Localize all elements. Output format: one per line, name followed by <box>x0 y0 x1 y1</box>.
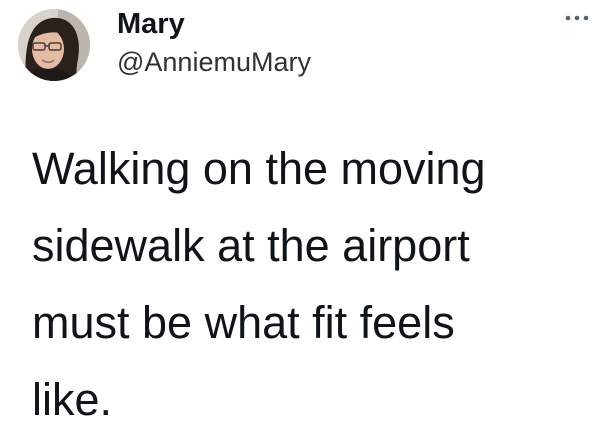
tweet-text: Walking on the moving sidewalk at the ai… <box>32 130 592 438</box>
tweet-card: Mary @AnniemuMary Walking on the moving … <box>0 0 600 428</box>
author-handle[interactable]: @AnniemuMary <box>117 43 311 81</box>
tweet-text-line: must be what fit feels <box>32 297 455 348</box>
more-options-button[interactable] <box>560 4 594 32</box>
tweet-text-line: like. <box>32 374 113 425</box>
avatar[interactable] <box>18 9 90 81</box>
tweet-text-line: Walking on the moving <box>32 143 486 194</box>
profile-photo-icon <box>18 9 90 81</box>
author-display-name[interactable]: Mary <box>117 4 185 44</box>
more-horizontal-icon <box>565 15 589 21</box>
tweet-text-line: sidewalk at the airport <box>32 220 470 271</box>
